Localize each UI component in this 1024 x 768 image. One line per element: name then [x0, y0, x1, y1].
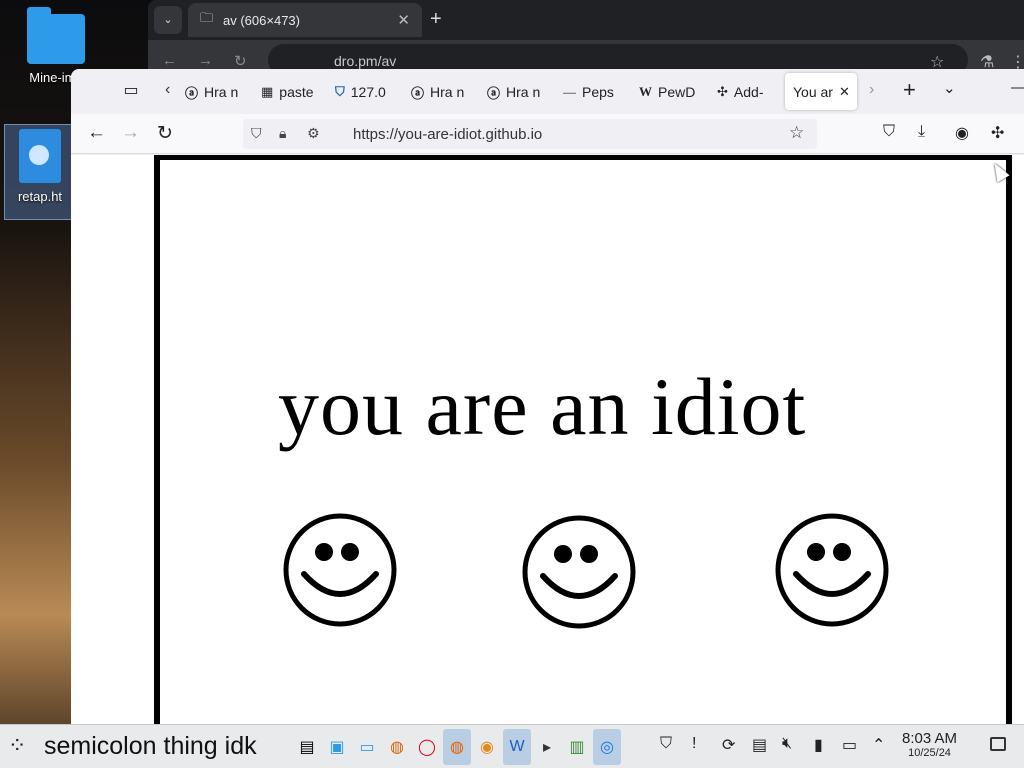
tab-strip: ▭ ‹ ⓐ Hra n ▦ paste ⛉ 127.0 ⓐ Hra n ⓐ Hr…: [71, 69, 1024, 114]
launcher-label[interactable]: semicolon thing idk: [44, 732, 257, 761]
minimize-icon[interactable]: —: [1011, 79, 1024, 96]
console-task-icon[interactable]: ▸: [533, 729, 561, 765]
opera-task-icon[interactable]: ◯: [413, 729, 441, 765]
firefox-task-icon[interactable]: ◍: [383, 729, 411, 765]
chart-task-icon[interactable]: ▥: [563, 729, 591, 765]
word-task-icon[interactable]: W: [503, 729, 531, 765]
tab-label: You ar: [793, 83, 833, 100]
notification-tray-icon[interactable]: !: [692, 735, 696, 753]
tab[interactable]: ⛉ 127.0: [335, 79, 395, 105]
wikipedia-icon: W: [639, 84, 652, 99]
tab[interactable]: ✣ Add-: [717, 79, 775, 105]
network-icon[interactable]: ▭: [842, 735, 857, 755]
update-tray-icon[interactable]: ⟳: [722, 735, 735, 755]
new-tab-button[interactable]: +: [430, 8, 442, 31]
tab-label: Hra n: [204, 84, 239, 100]
clock-time: 8:03 AM: [902, 730, 958, 747]
pocket-icon[interactable]: ⛉: [883, 123, 895, 141]
desktop-icon-label: retap.ht: [17, 189, 63, 204]
smiley-icon: [775, 513, 889, 627]
popup-frame: you are an idiot: [154, 155, 1012, 724]
address-bar[interactable]: ⛉ 🔒︎ ⚙ https://you-are-idiot.github.io ☆: [243, 119, 817, 149]
firefox-view-icon[interactable]: ▭: [119, 80, 143, 104]
tab-label: 127.0: [350, 84, 386, 100]
close-icon[interactable]: ✕: [839, 84, 850, 100]
lock-icon[interactable]: 🔒︎: [279, 125, 286, 142]
site-icon: ⓐ: [411, 85, 425, 101]
list-all-tabs-icon[interactable]: ⌄: [943, 79, 956, 97]
file-icon: 🗀: [200, 10, 214, 25]
store-task-icon[interactable]: ▣: [323, 729, 351, 765]
tab[interactable]: ⓐ Hra n: [411, 79, 469, 105]
puzzle-icon: ✣: [717, 84, 728, 99]
chrome-tab[interactable]: 🗀 av (606×473) ✕: [188, 3, 422, 37]
tab-label: Hra n: [430, 84, 465, 100]
shield-icon: ⛉: [335, 84, 345, 99]
file-manager-task-icon[interactable]: ▭: [353, 729, 381, 765]
clipboard-tray-icon[interactable]: ▤: [752, 735, 767, 755]
url-text: https://you-are-idiot.github.io: [353, 126, 543, 143]
chrome-task-icon[interactable]: ◎: [593, 729, 621, 765]
clock-date: 10/25/24: [908, 747, 951, 759]
tab[interactable]: ⓐ Hra n: [487, 79, 545, 105]
tab-active[interactable]: You ar ✕: [785, 73, 857, 110]
firefox-window: ▭ ‹ ⓐ Hra n ▦ paste ⛉ 127.0 ⓐ Hra n ⓐ Hr…: [71, 69, 1024, 724]
back-icon[interactable]: ←: [162, 52, 177, 69]
tab-search-button[interactable]: ⌄: [154, 6, 182, 34]
headline: you are an idiot: [278, 361, 807, 452]
permissions-icon[interactable]: ⚙: [307, 125, 320, 142]
background-browser-window: ⌄ 🗀 av (606×473) ✕ + ← → ↻ dro.pm/av ☆ ⚗…: [148, 0, 1024, 80]
tab-label: Add-: [733, 84, 764, 100]
tab[interactable]: ▦ paste: [261, 79, 319, 105]
scroll-right-icon[interactable]: ›: [869, 81, 874, 99]
reload-icon[interactable]: ↻: [234, 52, 247, 70]
html-file-icon: [19, 129, 61, 183]
tracking-protection-icon[interactable]: ⛉: [251, 125, 262, 142]
tab[interactable]: — Peps: [563, 79, 621, 105]
forward-icon[interactable]: →: [198, 52, 213, 69]
volume-muted-icon[interactable]: 🔇︎: [782, 735, 792, 753]
firefox-active-task-icon[interactable]: ◍: [443, 729, 471, 765]
smiley-icon: [283, 513, 397, 627]
security-tray-icon[interactable]: ⛉: [660, 735, 672, 753]
clock[interactable]: 8:03 AM 10/25/24: [902, 730, 957, 759]
scroll-left-icon[interactable]: ‹: [165, 81, 170, 99]
show-desktop-icon[interactable]: [990, 737, 1006, 751]
site-icon: ⓐ: [487, 85, 501, 101]
site-icon: —: [563, 84, 576, 100]
tab-label: Hra n: [506, 84, 541, 100]
chevron-up-icon[interactable]: ⌃: [872, 735, 885, 755]
navigation-toolbar: ← → ↻ ⛉ 🔒︎ ⚙ https://you-are-idiot.githu…: [71, 114, 1024, 154]
downloads-icon[interactable]: ⤓: [918, 123, 925, 141]
tab[interactable]: ⓐ Hra n: [185, 79, 243, 105]
account-icon[interactable]: ◉: [955, 123, 969, 143]
close-icon[interactable]: ✕: [397, 11, 410, 29]
tab-label: Peps: [582, 84, 614, 100]
launcher-icon[interactable]: ⁘: [8, 733, 26, 759]
tab-label: paste: [279, 84, 314, 100]
site-icon: ⓐ: [185, 85, 199, 101]
terminal-task-icon[interactable]: ▤: [293, 729, 321, 765]
tab[interactable]: W PewD: [639, 79, 697, 105]
battery-icon[interactable]: ▮: [814, 735, 823, 755]
bookmark-star-icon[interactable]: ☆: [789, 123, 804, 143]
browser-task-icon[interactable]: ◉: [473, 729, 501, 765]
folder-icon: [27, 7, 85, 64]
smiley-icon: [522, 515, 636, 629]
reload-icon[interactable]: ↻: [157, 122, 173, 145]
paste-icon: ▦: [261, 84, 274, 99]
forward-icon[interactable]: →: [121, 122, 140, 144]
tab-label: PewD: [658, 84, 696, 100]
back-icon[interactable]: ←: [87, 122, 106, 144]
extensions-icon[interactable]: ✣: [991, 123, 1004, 143]
desktop-icon-file[interactable]: retap.ht: [4, 124, 76, 220]
chrome-tab-title: av (606×473): [223, 12, 300, 28]
new-tab-button[interactable]: +: [903, 77, 916, 103]
page-content: you are an idiot: [71, 155, 1024, 724]
taskbar: ⁘ semicolon thing idk ▤ ▣ ▭ ◍ ◯ ◍ ◉ W ▸ …: [0, 724, 1024, 768]
